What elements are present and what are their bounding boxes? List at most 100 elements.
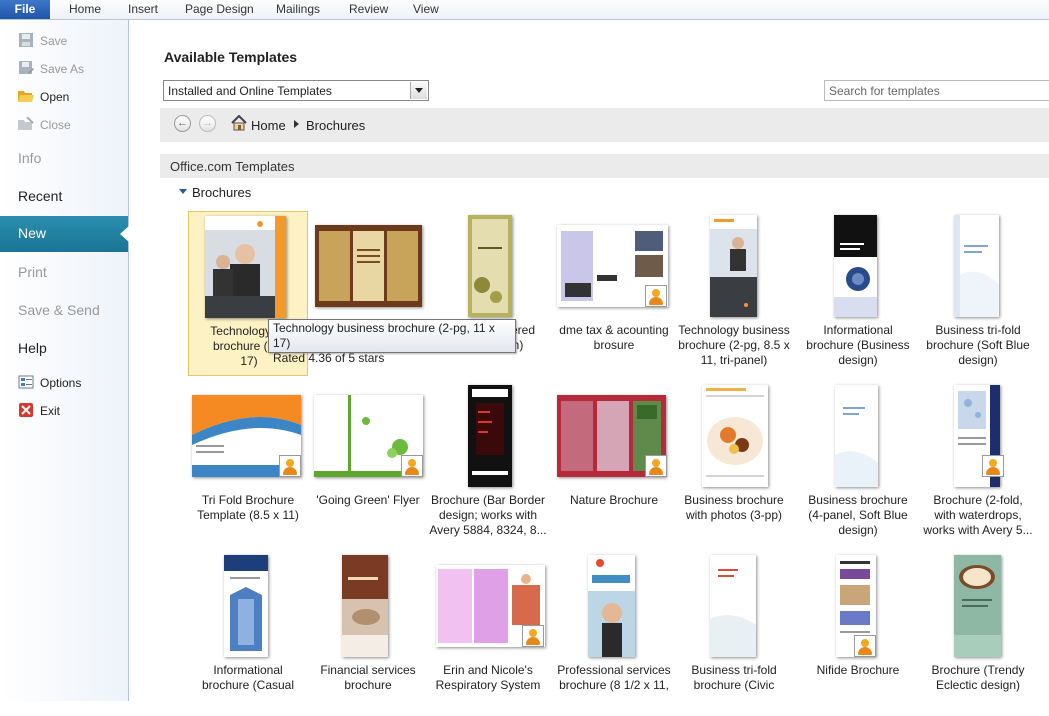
caption-line: Informational [213, 663, 283, 677]
nav-options-label: Options [40, 376, 82, 390]
template-tile-respiratory-system[interactable]: Erin and Nicole's Respiratory System [428, 551, 548, 716]
template-source-value: Installed and Online Templates [168, 84, 332, 98]
chevron-down-icon[interactable] [410, 82, 427, 99]
nav-recent[interactable]: Recent [18, 185, 62, 207]
nav-save[interactable]: Save [18, 32, 67, 50]
template-tile-informational-casual[interactable]: Informational brochure (Casual [188, 551, 308, 716]
caption-line: brochure (8 1/2 x 11, [559, 678, 669, 692]
template-tile-financial-services[interactable]: Financial services brochure [308, 551, 428, 716]
close-folder-icon [18, 117, 34, 130]
brochure-preview [342, 555, 388, 657]
template-tile-dme-tax[interactable]: dme tax & acounting brosure [554, 211, 674, 376]
options-icon [18, 375, 34, 389]
nav-new[interactable]: New [0, 216, 129, 252]
template-caption: Technology business brochure (2-pg, 8.5 … [668, 323, 800, 368]
template-thumbnail [834, 215, 877, 317]
search-templates-input[interactable] [824, 80, 1049, 101]
template-thumbnail [588, 555, 635, 657]
tab-view[interactable]: View [413, 0, 439, 19]
caption-line: Tri Fold Brochure [201, 493, 295, 507]
brochure-preview [468, 215, 512, 317]
caption-line: (4-panel, Soft Blue [808, 508, 908, 522]
nav-help[interactable]: Help [18, 337, 47, 359]
template-tile-nifide[interactable]: Nifide Brochure [798, 551, 918, 716]
nav-close[interactable]: Close [18, 116, 71, 134]
template-caption: Tri Fold Brochure Template (8.5 x 11) [182, 493, 314, 523]
caption-line: works with Avery 5... [923, 523, 1033, 537]
forward-arrow-icon[interactable]: → [199, 115, 216, 132]
tooltip-rating: Rated 4.36 of 5 stars [273, 351, 385, 365]
template-tile-business-tri-fold-civic[interactable]: Business tri-fold brochure (Civic [674, 551, 794, 716]
tooltip-title: Technology business brochure (2-pg, 11 x… [273, 321, 495, 350]
template-tooltip: Technology business brochure (2-pg, 11 x… [268, 319, 516, 365]
nav-options[interactable]: Options [18, 374, 81, 392]
tab-home[interactable]: Home [69, 0, 101, 19]
template-caption: Informational brochure (Casual [182, 663, 314, 693]
brochure-preview [468, 385, 512, 487]
folder-open-icon [18, 91, 34, 102]
template-tile-soft-blue[interactable]: Business tri-fold brochure (Soft Blue de… [918, 211, 1038, 376]
caption-line: dme tax & acounting [559, 323, 669, 337]
breadcrumb-home[interactable]: Home [251, 118, 286, 133]
template-caption: Brochure (Trendy Eclectic design) [912, 663, 1044, 693]
caption-line: Nature Brochure [569, 493, 659, 507]
template-tile-technology-tri[interactable]: Technology business brochure (2-pg, 8.5 … [674, 211, 794, 376]
template-source-select[interactable]: Installed and Online Templates [163, 80, 429, 101]
nav-save-label: Save [40, 34, 68, 48]
nav-open[interactable]: Open [18, 88, 69, 106]
brochure-preview [702, 385, 768, 487]
caption-line: Respiratory System [435, 678, 541, 692]
brochure-preview [954, 215, 999, 317]
template-tile-bar-border[interactable]: Brochure (Bar Border design; works with … [428, 381, 548, 546]
caption-line: Professional services [557, 663, 671, 677]
tab-mailings[interactable]: Mailings [276, 0, 320, 19]
nav-info[interactable]: Info [18, 147, 41, 169]
nav-exit[interactable]: Exit [18, 402, 60, 420]
community-author-icon [854, 635, 876, 657]
template-tile-business-photos[interactable]: Business brochure with photos (3-pp) [674, 381, 794, 546]
community-author-icon [645, 285, 667, 307]
template-tile-informational-business[interactable]: Informational brochure (Business design) [798, 211, 918, 376]
collapse-triangle-icon[interactable] [179, 189, 187, 194]
template-tile-tri-fold[interactable]: Tri Fold Brochure Template (8.5 x 11) [188, 381, 308, 546]
nav-open-label: Open [40, 90, 70, 104]
template-thumbnail [954, 555, 1001, 657]
template-caption: Erin and Nicole's Respiratory System [422, 663, 554, 693]
tab-insert[interactable]: Insert [128, 0, 158, 19]
template-tile-nature[interactable]: Nature Brochure [554, 381, 674, 546]
caption-line: Avery 5884, 8324, 8... [429, 523, 547, 537]
nav-new-label: New [18, 225, 47, 241]
tab-review[interactable]: Review [349, 0, 388, 19]
caption-line: Eclectic design) [935, 678, 1021, 692]
caption-line: Business tri-fold [691, 663, 777, 677]
home-icon[interactable] [231, 115, 247, 131]
template-caption: Nifide Brochure [792, 663, 924, 678]
caption-line: Business brochure [808, 493, 908, 507]
breadcrumb-brochures[interactable]: Brochures [306, 118, 365, 133]
nav-save-as[interactable]: Save As [18, 60, 84, 78]
caption-line: design) [838, 523, 878, 537]
template-thumbnail [224, 555, 268, 657]
template-tile-waterdrops[interactable]: Brochure (2-fold, with waterdrops, works… [918, 381, 1038, 546]
template-tile-professional-services[interactable]: Professional services brochure (8 1/2 x … [554, 551, 674, 716]
save-icon [19, 33, 33, 47]
template-tile-trendy-eclectic[interactable]: Brochure (Trendy Eclectic design) [918, 551, 1038, 716]
caption-line: design; works with [438, 508, 538, 522]
template-tile-going-green[interactable]: 'Going Green' Flyer [308, 381, 428, 546]
community-author-icon [522, 625, 544, 647]
nav-save-send[interactable]: Save & Send [18, 299, 100, 321]
group-label[interactable]: Brochures [192, 185, 251, 200]
save-as-icon [19, 61, 34, 74]
back-arrow-icon[interactable]: ← [174, 115, 191, 132]
community-author-icon [401, 455, 423, 477]
tab-page-design[interactable]: Page Design [185, 0, 254, 19]
caption-line: brosure [593, 338, 635, 352]
brochure-preview [205, 216, 286, 318]
nav-print[interactable]: Print [18, 261, 47, 283]
file-tab[interactable]: File [0, 0, 50, 19]
caption-line: brochure [344, 678, 392, 692]
community-author-icon [645, 455, 667, 477]
caption-line: Financial services [320, 663, 416, 677]
template-tile-4-panel-soft-blue[interactable]: Business brochure (4-panel, Soft Blue de… [798, 381, 918, 546]
template-caption: Brochure (Bar Border design; works with … [422, 493, 554, 538]
